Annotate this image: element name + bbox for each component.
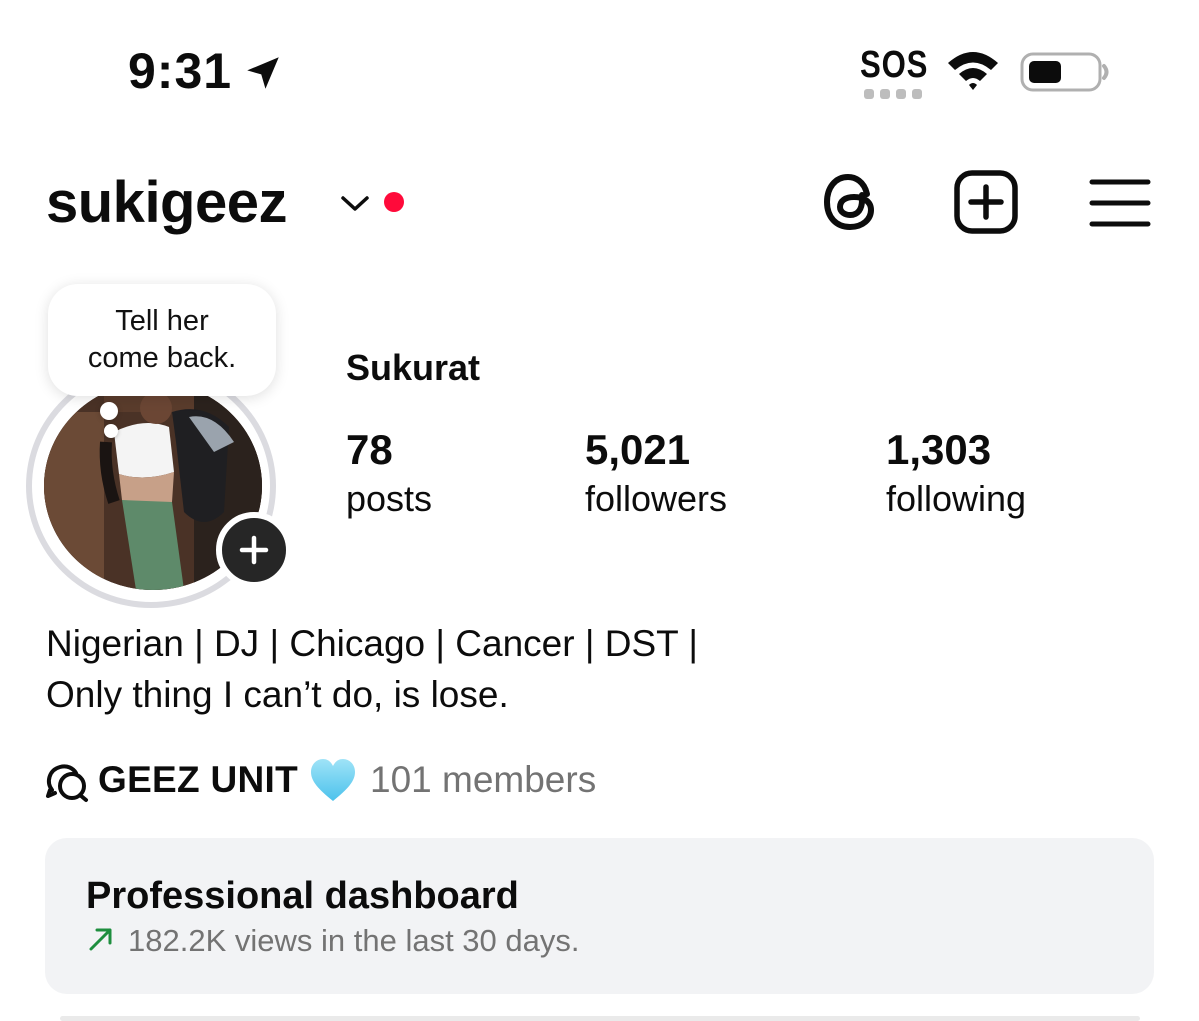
note-bubble-tail-small: [104, 424, 118, 438]
light-blue-heart-icon: [311, 759, 355, 801]
notification-dot: [384, 192, 404, 212]
trend-up-arrow-icon: [89, 928, 112, 951]
signal-dots: [864, 89, 922, 99]
profile-full-name: Sukurat: [346, 347, 481, 388]
bio-line-1: Nigerian | DJ | Chicago | Cancer | DST |: [46, 623, 698, 664]
note-bubble-tail: [100, 402, 118, 420]
stat-following[interactable]: 1,303 following: [886, 424, 1026, 522]
chevron-down-icon[interactable]: [338, 188, 372, 218]
status-time: 9:31: [128, 43, 233, 99]
stat-followers[interactable]: 5,021 followers: [585, 424, 727, 522]
profile-username[interactable]: sukigeez: [46, 168, 288, 238]
wifi-icon: [948, 52, 998, 90]
bio-line-2: Only thing I can’t do, is lose.: [46, 674, 509, 715]
plus-icon: [239, 535, 269, 565]
hamburger-menu-icon[interactable]: [1088, 174, 1152, 232]
channel-members: 101 members: [370, 759, 597, 800]
following-count: 1,303: [886, 426, 992, 473]
next-section-edge: [60, 1016, 1140, 1021]
dashboard-title[interactable]: Professional dashboard: [86, 872, 519, 920]
followers-count: 5,021: [585, 426, 691, 473]
profile-note-bubble[interactable]: Tell her come back.: [48, 284, 276, 396]
threads-icon[interactable]: [818, 168, 886, 236]
followers-label: followers: [585, 478, 728, 519]
battery-icon: [1020, 52, 1109, 92]
stat-posts[interactable]: 78 posts: [346, 424, 432, 522]
broadcast-chat-icon[interactable]: [44, 760, 92, 804]
following-label: following: [886, 478, 1027, 519]
add-story-button[interactable]: [216, 512, 292, 588]
channel-name[interactable]: GEEZ UNIT: [98, 756, 298, 804]
note-line-1: Tell her: [115, 305, 209, 337]
note-line-2: come back.: [87, 342, 237, 374]
dashboard-subtitle: 182.2K views in the last 30 days.: [128, 923, 580, 958]
posts-count: 78: [346, 426, 393, 473]
location-arrow-icon: [247, 57, 279, 89]
plus-square-icon[interactable]: [952, 168, 1020, 236]
sos-indicator: SOS: [860, 44, 929, 86]
posts-label: posts: [346, 478, 433, 519]
